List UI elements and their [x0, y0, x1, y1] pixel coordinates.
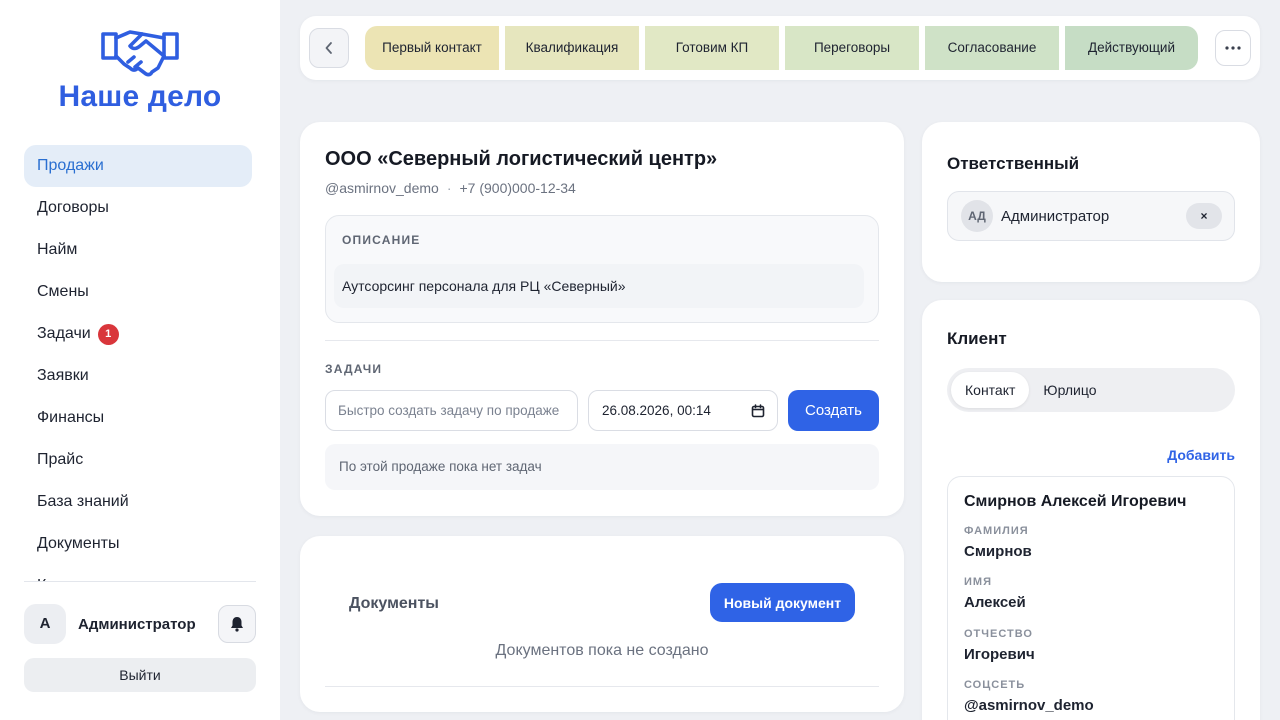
- stage-label: Готовим КП: [675, 40, 749, 55]
- field-label: СОЦСЕТЬ: [964, 679, 1026, 691]
- field-label: ФАМИЛИЯ: [964, 525, 1029, 537]
- quick-task-input[interactable]: [325, 390, 578, 431]
- sidebar-item-sales[interactable]: Продажи: [24, 145, 252, 187]
- empty-tasks-message: По этой продаже пока нет задач: [325, 444, 879, 490]
- documents-title: Документы: [349, 595, 439, 612]
- sidebar-item-label: Найм: [37, 241, 78, 258]
- logo-text: Наше дело: [58, 80, 222, 113]
- field-value: Игоревич: [964, 646, 1035, 663]
- responsible-user-chip[interactable]: АД Администратор ×: [947, 191, 1235, 241]
- tab-contact[interactable]: Контакт: [951, 372, 1030, 408]
- sidebar-item-hiring[interactable]: Найм: [24, 229, 252, 271]
- bell-icon: [231, 617, 243, 632]
- stage-label: Квалификация: [525, 40, 619, 55]
- main-nav: Продажи Договоры Найм Смены Задачи 1 Зая…: [24, 145, 252, 581]
- sidebar-item-knowledge-base[interactable]: База знаний: [24, 481, 252, 523]
- description-text[interactable]: Аутсорсинг персонала для РЦ «Северный»: [334, 264, 864, 308]
- add-contact-link[interactable]: Добавить: [1167, 447, 1235, 463]
- more-horizontal-icon: [1225, 46, 1241, 50]
- sidebar-item-pricelist[interactable]: Прайс: [24, 439, 252, 481]
- documents-empty-message: Документов пока не создано: [495, 642, 709, 659]
- stage-label: Согласование: [947, 40, 1037, 55]
- deal-contacts: @asmirnov_demo · +7 (900)000-12-34: [325, 180, 576, 196]
- documents-card: Документы Новый документ Документов пока…: [300, 536, 904, 712]
- sidebar-item-label: Заявки: [37, 367, 89, 384]
- divider: [325, 340, 879, 341]
- remove-responsible-button[interactable]: ×: [1186, 203, 1222, 229]
- field-value: Алексей: [964, 594, 1026, 611]
- new-document-button[interactable]: Новый документ: [710, 583, 855, 622]
- sidebar-divider: [24, 581, 256, 582]
- avatar[interactable]: А: [24, 604, 66, 644]
- field-value: Смирнов: [964, 543, 1032, 560]
- sidebar-item-label: База знаний: [37, 493, 129, 510]
- deal-card: ООО «Северный логистический центр» @asmi…: [300, 122, 904, 516]
- tasks-label: ЗАДАЧИ: [325, 362, 383, 376]
- chevron-left-icon: [325, 42, 332, 54]
- stage-label: Первый контакт: [382, 40, 482, 55]
- stage-approval[interactable]: Согласование: [925, 26, 1065, 70]
- create-task-button[interactable]: Создать: [788, 390, 879, 431]
- stage-list: Первый контакт Квалификация Готовим КП П…: [365, 26, 1198, 70]
- stage-label: Переговоры: [813, 40, 891, 55]
- sidebar-item-requests[interactable]: Заявки: [24, 355, 252, 397]
- separator-dot: ·: [446, 180, 452, 196]
- stage-negotiation[interactable]: Переговоры: [785, 26, 925, 70]
- field-label: ОТЧЕСТВО: [964, 628, 1033, 640]
- stage-qualification[interactable]: Квалификация: [505, 26, 645, 70]
- field-label: ИМЯ: [964, 576, 992, 588]
- user-profile: А Администратор: [24, 604, 256, 644]
- task-datetime-value: 26.08.2026, 00:14: [602, 403, 711, 418]
- task-datetime-field[interactable]: 26.08.2026, 00:14: [588, 390, 778, 431]
- deal-phone: +7 (900)000-12-34: [459, 180, 576, 196]
- sidebar-item-label: Задачи: [37, 325, 91, 342]
- client-title: Клиент: [947, 329, 1007, 348]
- back-button[interactable]: [309, 28, 349, 68]
- sidebar-item-contracts[interactable]: Договоры: [24, 187, 252, 229]
- stage-label: Действующий: [1087, 40, 1176, 55]
- sidebar-item-label: Финансы: [37, 409, 105, 426]
- contact-full-name: Смирнов Алексей Игоревич: [964, 493, 1187, 510]
- calendar-icon: [751, 403, 765, 417]
- sidebar-item-finance[interactable]: Финансы: [24, 397, 252, 439]
- logo[interactable]: Наше дело: [0, 26, 280, 114]
- handshake-icon: [101, 30, 179, 77]
- client-card: Клиент Контакт Юрлицо Добавить Смирнов А…: [922, 300, 1260, 720]
- sidebar-item-label: Договоры: [37, 199, 109, 216]
- responsible-name: Администратор: [1001, 207, 1110, 225]
- client-type-toggle: Контакт Юрлицо: [947, 368, 1235, 412]
- deal-title: ООО «Северный логистический центр»: [325, 148, 718, 170]
- description-box: ОПИСАНИЕ Аутсорсинг персонала для РЦ «Се…: [325, 215, 879, 323]
- sidebar-item-label: Смены: [37, 283, 89, 300]
- pipeline-stage-bar: Первый контакт Квалификация Готовим КП П…: [300, 16, 1260, 80]
- logout-button[interactable]: Выйти: [24, 658, 256, 692]
- user-name: Администратор: [78, 615, 196, 633]
- tasks-count-badge: 1: [97, 323, 119, 345]
- sidebar-item-shifts[interactable]: Смены: [24, 271, 252, 313]
- sidebar-item-label: Документы: [37, 535, 120, 552]
- deal-handle: @asmirnov_demo: [325, 180, 439, 196]
- sidebar-item-label: Прайс: [37, 451, 84, 468]
- stage-proposal[interactable]: Готовим КП: [645, 26, 785, 70]
- divider: [325, 686, 879, 687]
- stage-active[interactable]: Действующий: [1065, 26, 1198, 70]
- stage-first-contact[interactable]: Первый контакт: [365, 26, 505, 70]
- sidebar-item-documents[interactable]: Документы: [24, 523, 252, 565]
- sidebar-item-label: Продажи: [37, 157, 104, 174]
- notifications-button[interactable]: [218, 605, 256, 643]
- description-label: ОПИСАНИЕ: [342, 233, 421, 247]
- contact-details: Смирнов Алексей Игоревич ФАМИЛИЯ Смирнов…: [947, 476, 1235, 720]
- responsible-card: Ответственный АД Администратор ×: [922, 122, 1260, 282]
- sidebar-item-label: К: [37, 565, 46, 581]
- sidebar-item-clipped[interactable]: К: [24, 565, 252, 581]
- field-value: @asmirnov_demo: [964, 697, 1094, 714]
- avatar: АД: [961, 200, 993, 232]
- sidebar: Наше дело Продажи Договоры Найм Смены За…: [0, 0, 280, 720]
- responsible-title: Ответственный: [947, 154, 1080, 173]
- sidebar-item-tasks[interactable]: Задачи 1: [24, 313, 252, 355]
- more-options-button[interactable]: [1215, 30, 1251, 66]
- tab-legal-entity[interactable]: Юрлицо: [1029, 372, 1110, 408]
